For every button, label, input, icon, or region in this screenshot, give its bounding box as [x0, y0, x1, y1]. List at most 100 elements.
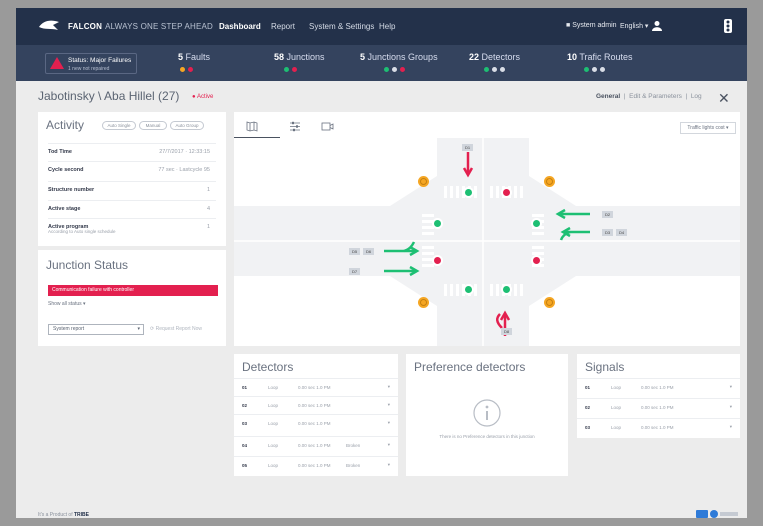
status-dot	[383, 66, 390, 73]
preference-empty-text: There is no Preference detectors in this…	[439, 434, 535, 439]
system-admin-menu[interactable]: ■ System admin	[566, 22, 617, 29]
row-value: 4	[206, 206, 210, 212]
table-row[interactable]: 05 Loop 0.00 sec 1.0 PM Broken ▾	[234, 456, 398, 474]
user-icon[interactable]	[652, 20, 662, 31]
active-indicator: ● Active	[192, 94, 214, 100]
traffic-light-icon[interactable]	[722, 18, 734, 34]
status-alert[interactable]: Status: Major Failures 1 new not repaire…	[45, 53, 137, 74]
footer-company: TRIBE	[73, 512, 89, 518]
traffic-light-amber[interactable]	[544, 297, 555, 308]
stat-dots	[179, 66, 194, 73]
traffic-light-amber[interactable]	[418, 176, 429, 187]
traffic-light-red[interactable]	[432, 255, 443, 266]
detector-tag[interactable]: D3	[602, 229, 613, 236]
preference-title: Preference detectors	[414, 360, 526, 374]
traffic-light-green[interactable]	[531, 218, 542, 229]
nav-dashboard[interactable]: Dashboard	[219, 22, 261, 31]
cell-type: Loop	[611, 385, 622, 390]
detector-tag[interactable]: D1	[462, 144, 473, 151]
detector-tag[interactable]: D2	[602, 211, 613, 218]
traffic-light-green[interactable]	[463, 187, 474, 198]
request-report-button[interactable]: ⟳ Request Report Now	[150, 326, 202, 332]
close-icon[interactable]: ✕	[718, 90, 730, 107]
cell-id: 02	[585, 405, 591, 410]
partner-logos-icon	[696, 510, 738, 518]
cell-type: Loop	[268, 463, 279, 468]
table-row[interactable]: 02 Loop 0.00 sec 1.0 PM ▾	[234, 396, 398, 414]
link-log[interactable]: Log	[691, 93, 702, 100]
status-dot	[491, 66, 498, 73]
detector-tag[interactable]: D5	[349, 248, 360, 255]
cell-status: Broken	[346, 443, 361, 448]
sliders-icon[interactable]	[289, 121, 301, 132]
traffic-light-amber[interactable]	[418, 297, 429, 308]
detector-tag[interactable]: D7	[349, 268, 360, 275]
stat-count: 22	[469, 52, 480, 62]
traffic-light-red[interactable]	[501, 187, 512, 198]
stat-junction-groups[interactable]: 5 Junctions Groups	[360, 52, 438, 62]
stat-label: Trafic Routes	[579, 52, 633, 62]
report-select-value: System report	[53, 326, 85, 332]
stat-junctions[interactable]: 58 Junctions	[274, 52, 325, 62]
mode-auto-group[interactable]: Auto Group	[170, 121, 204, 130]
stat-dots	[383, 66, 406, 73]
cell-type: Loop	[268, 443, 279, 448]
falcon-logo-icon[interactable]	[38, 18, 60, 34]
status-dot	[291, 66, 298, 73]
nav-help[interactable]: Help	[379, 22, 395, 31]
table-row[interactable]: 01 Loop 0.00 sec 1.0 PM ▾	[577, 378, 740, 396]
cell-time: 0.00 sec 1.0 PM	[298, 443, 331, 448]
stat-faults[interactable]: 5 Faults	[178, 52, 210, 62]
traffic-light-amber[interactable]	[544, 176, 555, 187]
row-label: Cycle second	[48, 167, 84, 173]
table-row[interactable]: 03 Loop 0.00 sec 1.0 PM ▾	[577, 418, 740, 436]
table-row[interactable]: 02 Loop 0.00 sec 1.0 PM ▾	[577, 398, 740, 416]
layer-select[interactable]: Traffic lights cost ▾	[680, 122, 736, 134]
cell-time: 0.00 sec 1.0 PM	[641, 385, 674, 390]
link-general[interactable]: General	[596, 93, 620, 100]
traffic-light-red[interactable]	[531, 255, 542, 266]
show-all-status-link[interactable]: Show all status ▾	[48, 301, 86, 307]
traffic-light-green[interactable]	[463, 284, 474, 295]
table-row[interactable]: 01 Loop 0.00 sec 1.0 PM ▾	[234, 378, 398, 396]
cell-time: 0.00 sec 1.0 PM	[298, 385, 331, 390]
table-row[interactable]: 03 Loop 0.00 sec 1.0 PM ▾	[234, 414, 398, 432]
breadcrumb: Jabotinsky \ Aba Hillel (27)	[38, 89, 180, 103]
cell-time: 0.00 sec 1.0 PM	[298, 421, 331, 426]
mode-auto-single[interactable]: Auto Single	[102, 121, 136, 130]
stat-dots	[583, 66, 606, 73]
stat-traffic-routes[interactable]: 10 Trafic Routes	[567, 52, 633, 62]
language-select[interactable]: English ▾	[620, 22, 648, 30]
cell-type: Loop	[268, 385, 279, 390]
detectors-title: Detectors	[242, 360, 294, 374]
table-row[interactable]: 04 Loop 0.00 sec 1.0 PM Broken ▾	[234, 436, 398, 454]
brand-name: FALCON	[68, 22, 103, 31]
chevron-down-icon: ▾	[387, 462, 390, 467]
nav-report[interactable]: Report	[271, 22, 295, 31]
cell-id: 04	[242, 443, 248, 448]
stat-detectors[interactable]: 22 Detectors	[469, 52, 520, 62]
stat-label: Junctions Groups	[367, 52, 438, 62]
status-dot	[599, 66, 606, 73]
detector-tag[interactable]: D6	[363, 248, 374, 255]
warning-icon	[50, 57, 64, 69]
row-value: 77 sec · Lastcycle 95	[158, 167, 210, 173]
camera-icon[interactable]	[321, 121, 334, 132]
report-select[interactable]: System report ▾	[48, 324, 144, 335]
traffic-light-green[interactable]	[432, 218, 443, 229]
status-dot	[499, 66, 506, 73]
status-dot	[583, 66, 590, 73]
cell-type: Loop	[611, 405, 622, 410]
cell-id: 05	[242, 463, 248, 468]
view-links: General | Edit & Parameters | Log	[596, 93, 702, 100]
nav-system-settings[interactable]: System & Settings	[309, 22, 374, 31]
communication-alert: Communication failure with controller	[48, 285, 218, 296]
mode-manual[interactable]: Manual	[139, 121, 167, 130]
detector-tag[interactable]: D8	[501, 328, 512, 335]
traffic-light-green[interactable]	[501, 284, 512, 295]
link-edit-parameters[interactable]: Edit & Parameters	[629, 93, 682, 100]
status-subtitle: 1 new not repaired	[68, 66, 110, 72]
detector-tag[interactable]: D4	[616, 229, 627, 236]
footer-prefix: It's a Product of	[38, 512, 73, 518]
request-report-label: Request Report Now	[155, 326, 203, 332]
